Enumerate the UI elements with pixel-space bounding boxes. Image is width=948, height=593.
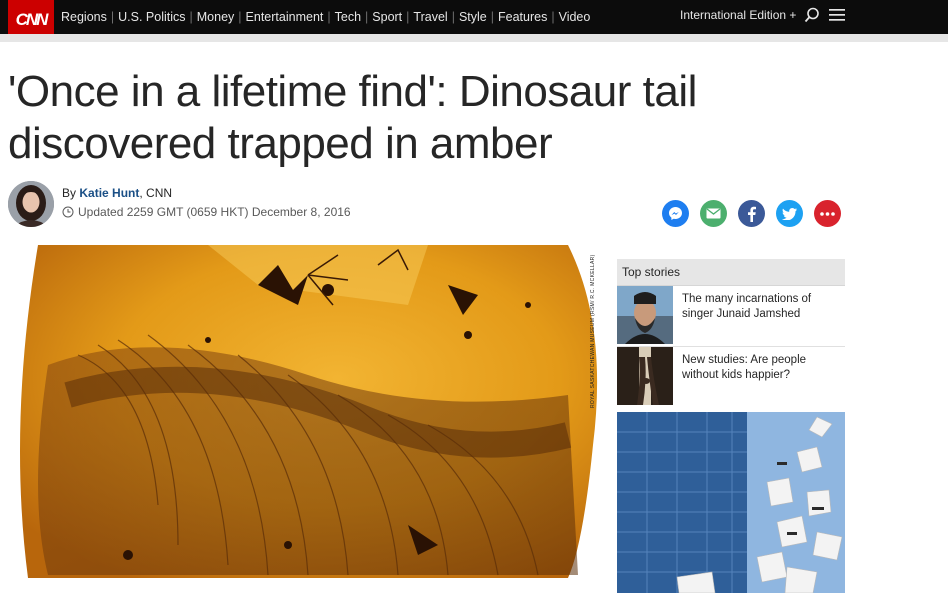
updated-timestamp: Updated 2259 GMT (0659 HKT) December 8, … <box>62 205 351 219</box>
more-icon[interactable] <box>814 200 841 227</box>
share-bar <box>662 200 841 227</box>
article-headline: 'Once in a lifetime find': Dinosaur tail… <box>8 67 697 168</box>
clock-icon <box>62 206 74 218</box>
byline-prefix: By <box>62 186 77 200</box>
nav-link-tech[interactable]: Tech <box>335 10 361 24</box>
author-link[interactable]: Katie Hunt <box>79 186 139 200</box>
story-thumbnail[interactable] <box>617 286 673 344</box>
story-title[interactable]: New studies: Are people without kids hap… <box>682 353 842 383</box>
nav-link-travel[interactable]: Travel <box>413 10 447 24</box>
nav-divider-strip <box>0 34 948 42</box>
nav-separator: | <box>110 10 115 24</box>
nav-separator: | <box>551 10 555 24</box>
menu-icon[interactable] <box>829 8 845 27</box>
nav-separator: | <box>451 10 455 24</box>
story-title[interactable]: The many incarnations of singer Junaid J… <box>682 292 842 322</box>
twitter-icon[interactable] <box>776 200 803 227</box>
email-icon[interactable] <box>700 200 727 227</box>
rail-feature-photo[interactable] <box>617 412 845 593</box>
author-avatar[interactable] <box>8 181 54 227</box>
nav-link-features[interactable]: Features <box>498 10 547 24</box>
top-nav: CNN Regions | U.S. Politics | Money | Enter… <box>0 0 948 42</box>
facebook-icon[interactable] <box>738 200 765 227</box>
story-thumbnail[interactable] <box>617 347 673 405</box>
search-icon[interactable] <box>804 7 820 28</box>
top-story-item[interactable]: New studies: Are people without kids hap… <box>617 347 845 405</box>
nav-separator: | <box>490 10 494 24</box>
nav-link-sport[interactable]: Sport <box>372 10 402 24</box>
byline-outlet: , CNN <box>139 186 173 200</box>
nav-link-style[interactable]: Style <box>459 10 487 24</box>
nav-link-video[interactable]: Video <box>559 10 591 24</box>
nav-link-us-politics[interactable]: U.S. Politics <box>118 10 185 24</box>
updated-text: Updated 2259 GMT (0659 HKT) December 8, … <box>78 205 351 219</box>
messenger-icon[interactable] <box>662 200 689 227</box>
top-stories-heading: Top stories <box>622 265 681 279</box>
hero-image-amber-tail[interactable] <box>8 245 604 578</box>
nav-separator: | <box>406 10 410 24</box>
nav-separator: | <box>365 10 369 24</box>
top-story-item[interactable]: The many incarnations of singer Junaid J… <box>617 286 845 344</box>
byline: By Katie Hunt, CNN <box>62 186 172 200</box>
nav-separator: | <box>238 10 242 24</box>
nav-links: Regions | U.S. Politics | Money | Entertain… <box>61 0 590 34</box>
image-credit: ROYAL SASKATCHEWAN MUSEUM (RSM/ R.C. MCK… <box>590 254 596 408</box>
nav-link-money[interactable]: Money <box>197 10 235 24</box>
nav-link-regions[interactable]: Regions <box>61 10 107 24</box>
top-stories-header: Top stories <box>617 259 845 286</box>
nav-separator: | <box>327 10 331 24</box>
nav-separator: | <box>189 10 193 24</box>
edition-selector[interactable]: International Edition + <box>680 0 796 34</box>
nav-link-entertainment[interactable]: Entertainment <box>246 10 324 24</box>
